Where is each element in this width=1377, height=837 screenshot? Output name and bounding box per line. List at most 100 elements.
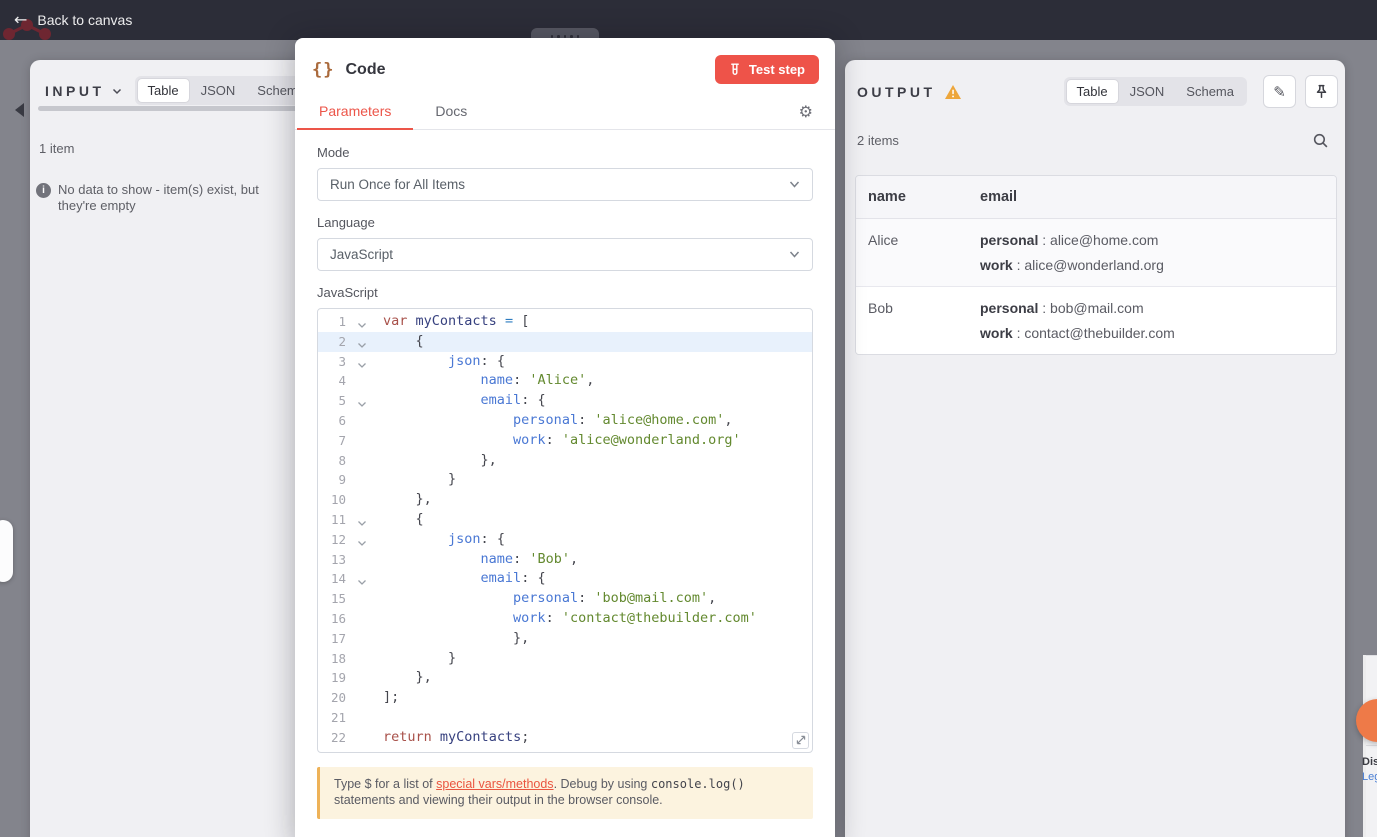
background-divider [1366,745,1377,746]
modal-tabs: Parameters Docs ⚙ [295,93,835,130]
input-empty-state: i No data to show - item(s) exist, but t… [36,182,278,214]
language-select[interactable]: JavaScript [317,238,813,271]
tab-schema[interactable]: Schema [1175,79,1245,104]
code-line-20[interactable]: 20]; [318,688,812,708]
tab-parameters[interactable]: Parameters [297,93,414,130]
settings-gear-icon[interactable]: ⚙ [799,102,813,121]
test-step-button[interactable]: Test step [714,55,819,84]
input-panel-header: INPUT Table JSON Schema [30,60,320,105]
line-number: 17 [330,630,346,646]
output-panel-header: OUTPUT Table JSON Schema ✎ [857,75,1338,108]
code-line-7[interactable]: 7 work: 'alice@wonderland.org' [318,431,812,451]
code-line-3[interactable]: 3 json: { [318,352,812,372]
back-arrow-icon: ← [14,10,28,29]
code-line-14[interactable]: 14 email: { [318,569,812,589]
output-tabs: Table JSON Schema [1063,77,1247,106]
code-line-9[interactable]: 9 } [318,470,812,490]
top-bar: ← Back to canvas [0,0,1377,40]
back-to-canvas-button[interactable]: ← Back to canvas [14,10,132,29]
info-icon: i [36,183,51,198]
mode-select[interactable]: Run Once for All Items [317,168,813,201]
pencil-icon: ✎ [1273,82,1286,101]
code-editor[interactable]: 1 var myContacts = [2 {3 json: {4 name: '… [317,308,813,753]
tab-table[interactable]: Table [1065,79,1119,104]
chevron-down-icon [789,181,800,188]
horizontal-scrollbar[interactable] [38,106,312,111]
background-link[interactable]: Leg [1362,771,1377,783]
output-table: name email Alice personal : alice@home.co… [855,175,1337,355]
input-empty-message: No data to show - item(s) exist, but the… [58,182,259,213]
flask-icon [730,63,739,75]
code-line-10[interactable]: 10 }, [318,490,812,510]
line-number: 5 [318,391,370,411]
code-line-8[interactable]: 8 }, [318,451,812,471]
line-number: 2 [318,332,370,352]
app: ← Back to canvas Dis Leg INPUT TableJSON… [0,0,1377,837]
cell-name[interactable]: Bob [856,287,968,354]
line-number: 14 [318,569,370,589]
line-number: 3 [318,352,370,372]
chevron-down-icon [789,251,800,258]
edit-output-button[interactable]: ✎ [1263,75,1296,108]
hint-text: . Debug by using [553,776,651,791]
collapse-input-arrow-icon[interactable] [13,102,25,118]
line-number: 8 [338,452,346,468]
line-number: 18 [330,650,346,666]
tab-docs[interactable]: Docs [413,93,489,129]
hint-text: Type $ for a list of [334,776,437,791]
code-node-icon: {} [312,59,335,80]
node-title[interactable]: Code [345,61,385,79]
column-header-email[interactable]: email [968,176,1336,218]
panel-resize-handle[interactable] [0,520,13,582]
language-label: Language [317,215,375,230]
line-number: 1 [318,312,370,332]
line-number: 19 [330,670,346,686]
code-line-1[interactable]: 1 var myContacts = [ [318,312,812,332]
line-number: 4 [338,373,346,389]
mode-label: Mode [317,145,350,160]
code-line-15[interactable]: 15 personal: 'bob@mail.com', [318,589,812,609]
code-line-5[interactable]: 5 email: { [318,391,812,411]
chat-bubble-button[interactable] [1356,699,1377,742]
line-number: 12 [318,530,370,550]
output-panel-title: OUTPUT [857,83,936,100]
cell-email[interactable]: personal : bob@mail.com work : contact@th… [968,287,1336,354]
code-line-11[interactable]: 11 { [318,510,812,530]
code-line-6[interactable]: 6 personal: 'alice@home.com', [318,411,812,431]
tab-table[interactable]: Table [136,78,190,103]
cell-name[interactable]: Alice [856,219,968,286]
tab-json[interactable]: JSON [190,78,247,103]
line-number: 6 [338,412,346,428]
table-row[interactable]: Bob personal : bob@mail.com work : contact… [856,287,1336,354]
mode-value: Run Once for All Items [330,177,466,192]
modal-header: {} Code Test step [295,38,835,84]
editor-hint: Type $ for a list of special vars/method… [317,766,813,819]
cell-email[interactable]: personal : alice@home.com work : alice@wo… [968,219,1336,286]
background-panel: Dis Leg [1362,655,1377,837]
table-row[interactable]: Alice personal : alice@home.com work : ali… [856,219,1336,287]
line-number: 7 [338,432,346,448]
special-vars-link[interactable]: special vars/methods [436,777,553,791]
code-line-16[interactable]: 16 work: 'contact@thebuilder.com' [318,609,812,629]
code-line-18[interactable]: 18 } [318,649,812,669]
input-selector[interactable]: INPUT [45,83,122,99]
line-number: 10 [330,492,346,508]
code-line-19[interactable]: 19 }, [318,668,812,688]
code-line-2[interactable]: 2 { [318,331,812,352]
code-lines: 1 var myContacts = [2 {3 json: {4 name: '… [318,312,812,748]
code-line-12[interactable]: 12 json: { [318,530,812,550]
code-line-4[interactable]: 4 name: 'Alice', [318,371,812,391]
code-line-13[interactable]: 13 name: 'Bob', [318,550,812,570]
input-panel-title: INPUT [45,82,105,99]
code-line-17[interactable]: 17 }, [318,629,812,649]
tab-json[interactable]: JSON [1119,79,1176,104]
output-panel: OUTPUT Table JSON Schema ✎ 2 items name em… [845,60,1345,837]
code-line-21[interactable]: 21 [318,708,812,728]
editor-label: JavaScript [317,285,378,300]
editor-resize-handle[interactable] [792,731,809,749]
pin-data-button[interactable] [1305,75,1338,108]
line-number: 9 [338,472,346,488]
code-line-22[interactable]: 22 return myContacts; [318,728,812,748]
column-header-name[interactable]: name [856,176,968,218]
search-icon[interactable] [1312,132,1329,149]
